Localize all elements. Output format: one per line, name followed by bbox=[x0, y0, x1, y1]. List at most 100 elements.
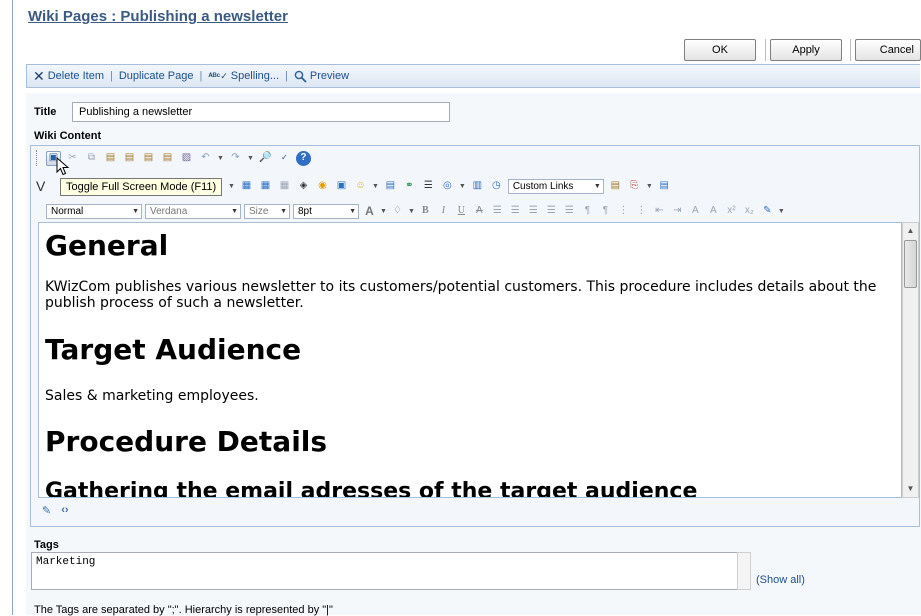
design-mode-pencil-icon[interactable]: ✎ bbox=[42, 504, 51, 517]
preview-button[interactable]: Preview bbox=[294, 70, 349, 83]
chevron-down-icon: ▼ bbox=[132, 207, 139, 215]
ok-button[interactable]: OK bbox=[684, 39, 756, 61]
color-picker-icon[interactable]: ◎ bbox=[440, 179, 455, 194]
insert-table-icon[interactable]: ▦ bbox=[277, 179, 292, 194]
align-left-icon[interactable]: ☰ bbox=[490, 204, 505, 219]
find-replace-icon[interactable]: 🔎 bbox=[258, 151, 273, 166]
chevron-down-icon: ▼ bbox=[349, 207, 356, 215]
paste-text-icon[interactable]: ▤ bbox=[122, 151, 137, 166]
copy-icon[interactable]: ⧉ bbox=[84, 151, 99, 166]
delete-item-button[interactable]: ✕ Delete Item bbox=[33, 68, 104, 85]
title-input[interactable]: Publishing a newsletter bbox=[72, 102, 450, 122]
paste-word-icon[interactable]: ▤ bbox=[141, 151, 156, 166]
outdent-icon[interactable]: ⇤ bbox=[652, 204, 667, 219]
image-manager-icon[interactable]: ▦ bbox=[258, 179, 273, 194]
button-divider bbox=[850, 39, 851, 61]
scroll-up-arrow-icon[interactable]: ▲ bbox=[903, 223, 918, 239]
fore-color-icon[interactable]: A bbox=[362, 204, 377, 219]
subscript-style-icon[interactable]: A bbox=[706, 204, 721, 219]
paste-icon[interactable]: ▤ bbox=[103, 151, 118, 166]
item-actions-toolbar: ✕ Delete Item | Duplicate Page | ᴬᴮᶜ✓ Sp… bbox=[26, 64, 920, 88]
page-left-border bbox=[12, 0, 13, 615]
table-wizard-icon[interactable]: ▥ bbox=[470, 179, 485, 194]
font-size-label: Size bbox=[249, 205, 269, 217]
spelling-button[interactable]: ᴬᴮᶜ✓ Spelling... bbox=[208, 70, 279, 82]
back-color-icon[interactable]: ♢ bbox=[390, 204, 405, 219]
indent-icon[interactable]: ⇥ bbox=[670, 204, 685, 219]
apply-button[interactable]: Apply bbox=[770, 39, 842, 61]
show-all-tags-link[interactable]: (Show all) bbox=[756, 574, 805, 586]
format-brush-icon[interactable]: ✎ bbox=[760, 204, 775, 219]
toolbar-separator: | bbox=[199, 70, 203, 82]
media-manager-icon[interactable]: ◉ bbox=[315, 179, 330, 194]
document-manager-icon[interactable]: ▣ bbox=[334, 179, 349, 194]
cancel-button[interactable]: Cancel bbox=[855, 39, 921, 61]
bulleted-list-icon[interactable]: ⋮ bbox=[634, 204, 649, 219]
heading-general: General bbox=[45, 229, 169, 262]
duplicate-page-button[interactable]: Duplicate Page bbox=[119, 70, 194, 82]
superscript-style-icon[interactable]: A bbox=[688, 204, 703, 219]
paragraph-style-value: Normal bbox=[51, 205, 84, 217]
undo-dropdown-arrow-icon[interactable]: ▼ bbox=[217, 155, 224, 162]
title-label: Title bbox=[34, 106, 57, 118]
editor-content-area[interactable]: General KWizCom publishes various newsle… bbox=[38, 222, 902, 498]
snippet-dropdown-arrow-icon[interactable]: ▼ bbox=[646, 183, 653, 190]
format-dropdown-arrow-icon[interactable]: ▼ bbox=[778, 208, 785, 215]
help-icon[interactable]: ? bbox=[295, 150, 311, 166]
insert-snippet-icon[interactable]: ⎘ bbox=[627, 179, 642, 194]
duplicate-page-label: Duplicate Page bbox=[118, 70, 194, 82]
fore-color-dropdown-arrow-icon[interactable]: ▼ bbox=[380, 208, 387, 215]
bold-icon[interactable]: B bbox=[418, 204, 433, 219]
back-color-dropdown-arrow-icon[interactable]: ▼ bbox=[408, 208, 415, 215]
paste-html-icon[interactable]: ▤ bbox=[160, 151, 175, 166]
paragraph-style-select[interactable]: Normal ▼ bbox=[46, 203, 142, 219]
tags-input[interactable]: Marketing bbox=[31, 552, 738, 590]
color-dropdown-arrow-icon[interactable]: ▼ bbox=[459, 183, 466, 190]
scroll-thumb[interactable] bbox=[904, 240, 917, 288]
real-font-size-select[interactable]: 8pt ▼ bbox=[293, 203, 359, 219]
breadcrumb-current[interactable]: Publishing a newsletter bbox=[120, 8, 288, 25]
flash-manager-icon[interactable]: ◈ bbox=[296, 179, 311, 194]
subscript-icon[interactable]: x₂ bbox=[742, 204, 757, 219]
custom-links-value: Custom Links bbox=[512, 180, 574, 192]
tags-scrollbar[interactable] bbox=[737, 552, 751, 590]
clock-icon[interactable]: ◷ bbox=[489, 179, 504, 194]
insert-symbol-icon[interactable]: ☺ bbox=[353, 179, 368, 194]
format-stripper-icon[interactable]: ▨ bbox=[179, 151, 194, 166]
insert-link-icon[interactable]: ⚭ bbox=[402, 179, 417, 194]
breadcrumb-root[interactable]: Wiki Pages bbox=[28, 8, 107, 25]
rtl-icon[interactable]: ¶ bbox=[598, 204, 613, 219]
italic-icon[interactable]: I bbox=[436, 204, 451, 219]
font-size-select[interactable]: Size ▼ bbox=[244, 203, 290, 219]
editor-vertical-scrollbar[interactable]: ▲ ▼ bbox=[902, 222, 919, 498]
justify-none-icon[interactable]: ☰ bbox=[562, 204, 577, 219]
align-center-icon[interactable]: ☰ bbox=[508, 204, 523, 219]
numbered-list-icon[interactable]: ⋮ bbox=[616, 204, 631, 219]
template-manager-icon[interactable]: ▤ bbox=[383, 179, 398, 194]
paste-from-clipboard-icon[interactable]: ▤ bbox=[608, 179, 623, 194]
bullet-list-icon[interactable]: ☰ bbox=[421, 179, 436, 194]
scroll-down-arrow-icon[interactable]: ▼ bbox=[903, 481, 918, 497]
breadcrumb-separator: : bbox=[107, 8, 121, 25]
superscript-icon[interactable]: x² bbox=[724, 204, 739, 219]
underline-icon[interactable]: U bbox=[454, 204, 469, 219]
undo-icon[interactable]: ↶ bbox=[198, 151, 213, 166]
ltr-icon[interactable]: ¶ bbox=[580, 204, 595, 219]
redo-dropdown-arrow-icon[interactable]: ▼ bbox=[247, 155, 254, 162]
insert-image-icon[interactable]: ▦ bbox=[239, 179, 254, 194]
symbol-dropdown-arrow-icon[interactable]: ▼ bbox=[372, 183, 379, 190]
spellcheck-icon[interactable]: ✓ bbox=[277, 151, 292, 166]
align-right-icon[interactable]: ☰ bbox=[526, 204, 541, 219]
custom-links-select[interactable]: Custom Links ▼ bbox=[507, 178, 604, 194]
justify-icon[interactable]: ☰ bbox=[544, 204, 559, 219]
html-mode-icon[interactable]: ‹› bbox=[61, 504, 68, 517]
editor-toolbar-row-1: ▣ ✂ ⧉ ▤ ▤ ▤ ▤ ▨ ↶ ▼ ↷ ▼ 🔎 ✓ ? bbox=[36, 148, 311, 168]
page-title[interactable]: Wiki Pages : Publishing a newsletter bbox=[28, 8, 288, 25]
redo-icon[interactable]: ↷ bbox=[228, 151, 243, 166]
dropdown-arrow-icon[interactable]: ▼ bbox=[228, 183, 235, 190]
chevron-down-icon: ▼ bbox=[593, 182, 601, 190]
print-icon[interactable]: ▤ bbox=[657, 179, 672, 194]
font-name-select[interactable]: Verdana ▼ bbox=[145, 203, 241, 219]
toolbar-separator: | bbox=[285, 70, 288, 82]
strikethrough-icon[interactable]: A bbox=[472, 204, 487, 219]
